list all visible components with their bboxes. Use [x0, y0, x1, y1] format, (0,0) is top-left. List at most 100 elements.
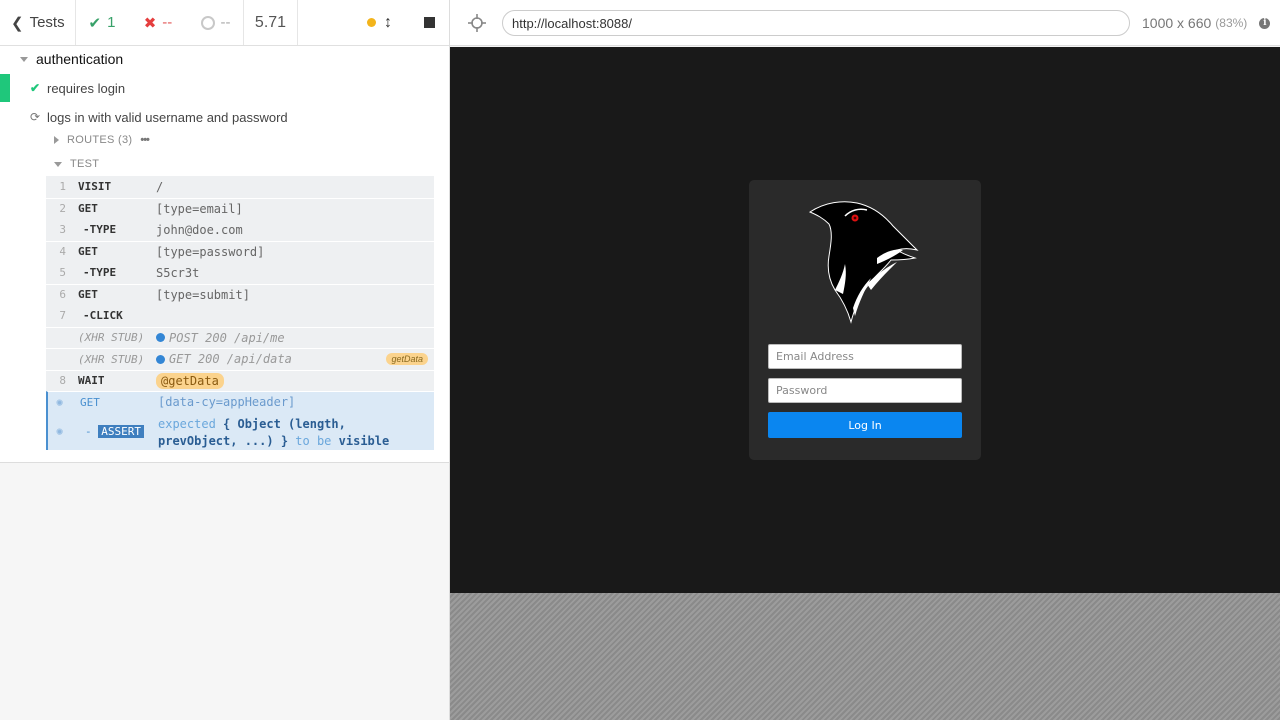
command-number: 6	[59, 288, 66, 302]
password-placeholder: Password	[776, 384, 828, 397]
loading-spinner-icon: ✺	[56, 424, 64, 438]
test-item-logs-in[interactable]: ⟳ logs in with valid username and passwo…	[0, 103, 449, 131]
command-name: GET	[78, 288, 98, 302]
tests-back-button[interactable]: ❮ Tests	[0, 0, 76, 45]
assert-expected: expected	[158, 416, 216, 431]
assert-prefix: -	[85, 424, 92, 438]
xhr-dot-icon	[156, 333, 165, 343]
command-name: GET	[80, 395, 100, 409]
assert-to-be: to be	[295, 433, 332, 448]
command-row[interactable]: 1 VISIT /	[46, 176, 434, 198]
assert-message: expected { Object (length, prevObject, .…	[158, 416, 428, 450]
alias-badge: getData	[386, 353, 428, 366]
caret-right-icon	[54, 136, 59, 144]
command-message: john@doe.com	[156, 222, 243, 237]
info-icon[interactable]: i	[1259, 17, 1271, 29]
command-message: [type=submit]	[156, 287, 250, 302]
command-number: 4	[59, 245, 66, 259]
assert-badge: ASSERT	[98, 424, 144, 438]
command-name: (XHR STUB)	[78, 352, 145, 366]
login-card: Email Address Password Log In	[749, 180, 981, 460]
refresh-icon: ⟳	[30, 110, 41, 124]
passed-value: 1	[107, 14, 116, 31]
check-icon: ✔	[30, 81, 41, 95]
assert-row-pending[interactable]: ✺ - ASSERT expected { Object (length, pr…	[46, 412, 434, 450]
test-title: logs in with valid username and password	[47, 109, 288, 125]
suite-header[interactable]: authentication	[20, 51, 123, 67]
password-field[interactable]: Password	[768, 378, 962, 403]
tests-label: Tests	[29, 14, 65, 31]
duration: 5.71	[244, 0, 298, 45]
command-message: /	[156, 179, 164, 194]
command-name: -TYPE	[83, 266, 117, 280]
loading-spinner-icon: ✺	[56, 395, 64, 410]
command-row[interactable]: 3 -TYPE john@doe.com	[46, 219, 434, 241]
aut-header: http://localhost:8088/ 1000 x 660 (83%) …	[450, 0, 1280, 46]
command-name: GET	[78, 202, 98, 216]
command-row[interactable]: 5 -TYPE S5cr3t	[46, 262, 434, 284]
selector-playground-icon[interactable]	[466, 12, 488, 34]
email-placeholder: Email Address	[776, 350, 854, 363]
command-row[interactable]: 4 GET [type=password]	[46, 240, 434, 262]
viewport-overflow-area	[450, 593, 1280, 720]
passed-count: ✔ 1	[76, 0, 128, 45]
command-name: -CLICK	[83, 309, 123, 323]
command-message: GET 200 /api/data	[156, 352, 292, 366]
command-message: [type=password]	[156, 244, 265, 259]
command-log: 1 VISIT / 2 GET [type=email] 3 -TYPE joh…	[46, 176, 434, 450]
routes-section[interactable]: ROUTES (3) •••	[54, 134, 150, 146]
command-name: (XHR STUB)	[78, 331, 145, 345]
command-number: 2	[59, 202, 66, 216]
command-message: @getData	[156, 372, 224, 389]
pending-circle-icon	[200, 15, 215, 30]
command-name: VISIT	[78, 180, 112, 194]
routes-label: ROUTES (3)	[67, 134, 133, 146]
viewport-info[interactable]: 1000 x 660 (83%) i	[1142, 15, 1271, 31]
url-bar[interactable]: http://localhost:8088/	[502, 10, 1130, 36]
command-number: 8	[59, 374, 66, 388]
stop-icon[interactable]	[424, 17, 435, 28]
caret-down-icon	[20, 56, 28, 62]
command-message: POST 200 /api/me	[156, 331, 285, 345]
command-row[interactable]: 7 -CLICK	[46, 305, 434, 327]
reporter-panel: ❮ Tests ✔ 1 ✖ -- -- 5.71 ↕ authenticatio…	[0, 0, 450, 720]
command-row[interactable]: 6 GET [type=submit]	[46, 283, 434, 305]
failed-value: --	[162, 14, 173, 31]
xhr-stub-row[interactable]: (XHR STUB) POST 200 /api/me	[46, 326, 434, 348]
pending-count: --	[188, 0, 244, 45]
running-indicator-icon	[367, 18, 376, 27]
login-button[interactable]: Log In	[768, 412, 962, 438]
command-row-pending[interactable]: ✺ GET [data-cy=appHeader]	[46, 391, 434, 413]
xhr-dot-icon	[156, 354, 165, 364]
run-controls: ↕	[298, 0, 449, 45]
pending-value: --	[220, 14, 231, 31]
test-title: requires login	[47, 80, 126, 96]
command-row[interactable]: 2 GET [type=email]	[46, 197, 434, 219]
viewport-scale: (83%)	[1215, 16, 1248, 30]
pass-indicator	[0, 74, 10, 102]
chevron-left-icon: ❮	[11, 14, 24, 32]
suite-title: authentication	[36, 51, 124, 67]
test-hook-section[interactable]: TEST	[54, 158, 99, 170]
command-message: [type=email]	[156, 201, 243, 216]
caret-down-icon	[54, 161, 62, 167]
assert-visible: visible	[338, 433, 390, 448]
xhr-stub-row[interactable]: (XHR STUB) GET 200 /api/data getData	[46, 348, 434, 370]
test-item-requires-login[interactable]: ✔ requires login	[0, 74, 449, 102]
command-number: 7	[59, 309, 66, 323]
email-field[interactable]: Email Address	[768, 344, 962, 369]
command-message: S5cr3t	[156, 265, 200, 280]
more-icon[interactable]: •••	[140, 134, 150, 146]
alias-pill: @getData	[156, 372, 224, 389]
raven-logo	[808, 201, 919, 324]
command-row[interactable]: 8 WAIT @getData	[46, 369, 434, 391]
auto-scroll-toggle-icon[interactable]: ↕	[384, 14, 392, 32]
stats-bar: ❮ Tests ✔ 1 ✖ -- -- 5.71 ↕	[0, 0, 449, 46]
xhr-text: POST 200 /api/me	[169, 330, 285, 345]
command-message: [data-cy=appHeader]	[158, 395, 296, 410]
command-name: - ASSERT	[85, 424, 144, 438]
failed-count: ✖ --	[128, 0, 188, 45]
url-text: http://localhost:8088/	[512, 15, 632, 31]
command-name: GET	[78, 245, 98, 259]
test-hook-label: TEST	[70, 158, 100, 170]
